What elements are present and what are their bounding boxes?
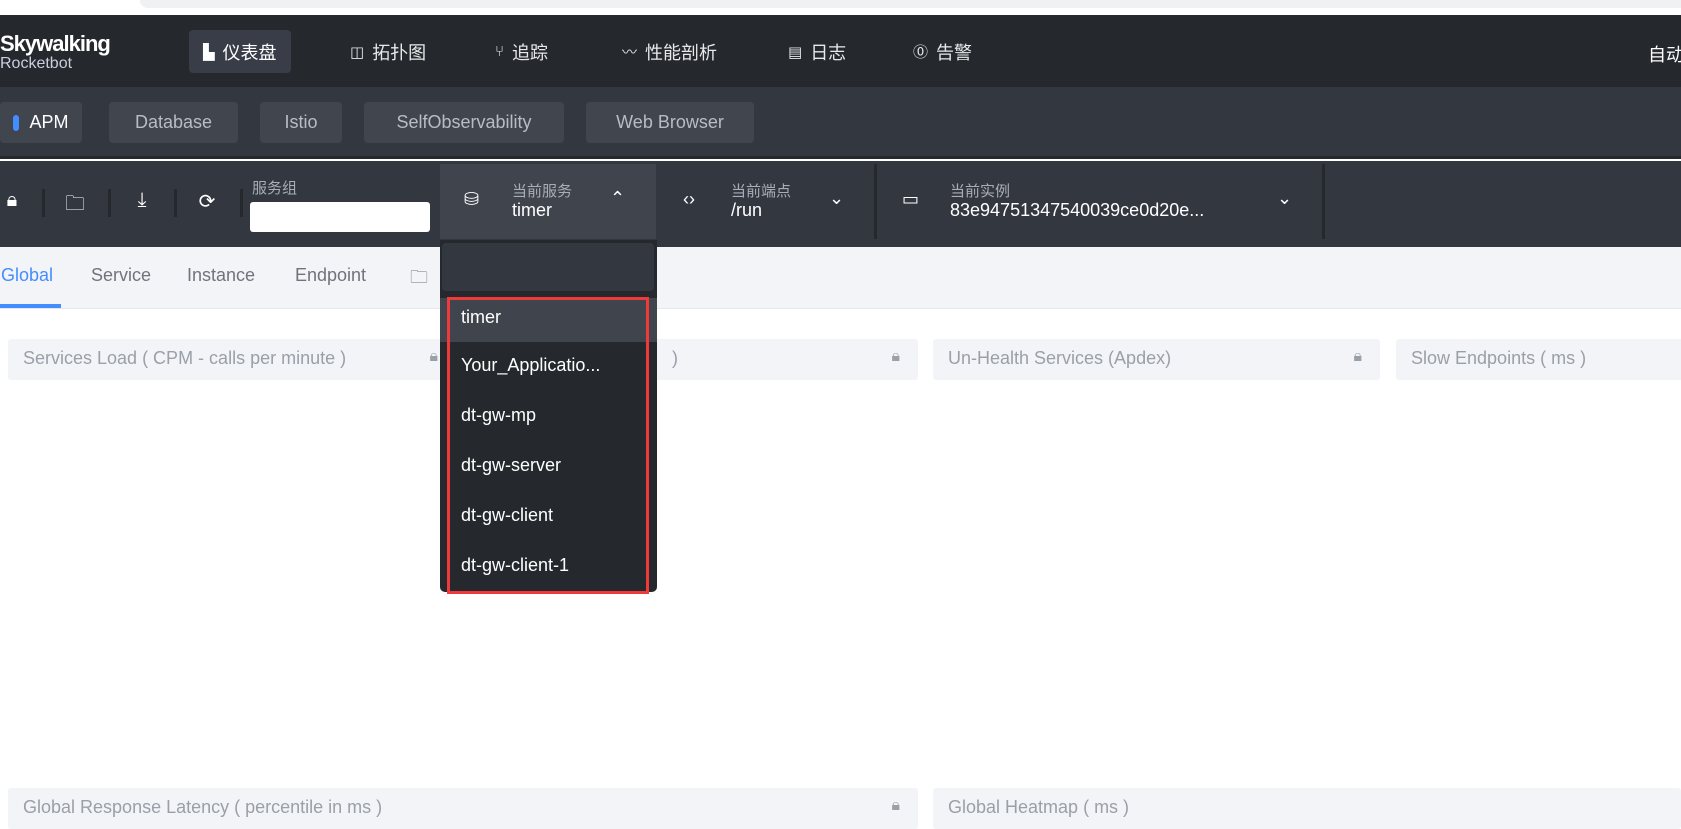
tab-service[interactable]: Service bbox=[91, 265, 151, 286]
service-option[interactable]: dt-gw-server bbox=[440, 442, 657, 492]
nav-alarm[interactable]: ⓪ 告警 bbox=[899, 30, 986, 73]
nav-dashboard[interactable]: ▙ 仪表盘 bbox=[189, 30, 291, 73]
browser-top-strip bbox=[0, 0, 1681, 15]
layer-apm[interactable]: APM bbox=[0, 102, 82, 143]
alarm-icon: ⓪ bbox=[913, 44, 929, 61]
layer-bar: APM Database Istio SelfObservability Web… bbox=[0, 87, 1681, 159]
download-icon[interactable]: ⤓ bbox=[130, 189, 154, 212]
lock-icon[interactable]: 🔒︎ bbox=[429, 348, 438, 366]
service-dropdown: timer Your_Applicatio... dt-gw-mp dt-gw-… bbox=[440, 240, 657, 592]
chevron-down-icon: ⌄ bbox=[1277, 188, 1293, 208]
folder-icon[interactable]: 🗀 bbox=[410, 265, 428, 295]
nav-trace[interactable]: ⑂ 追踪 bbox=[481, 30, 562, 73]
lock-icon[interactable]: 🔒︎ bbox=[0, 189, 24, 212]
service-group-input[interactable] bbox=[250, 202, 430, 232]
chevron-down-icon: ⌄ bbox=[829, 188, 845, 208]
service-option[interactable]: dt-gw-mp bbox=[440, 392, 657, 442]
service-option[interactable]: timer bbox=[440, 298, 657, 342]
nav-profile[interactable]: 〰性能剖析 bbox=[608, 30, 731, 73]
service-icon: ⛁ bbox=[464, 189, 480, 209]
layer-istio[interactable]: Istio bbox=[260, 102, 342, 143]
current-service-selector[interactable]: ⛁ 当前服务 timer ⌃ bbox=[440, 164, 656, 239]
card-unhealth-services: Un-Health Services (Apdex) 🔒︎ bbox=[933, 339, 1380, 380]
logo: Skywalking Rocketbot bbox=[0, 31, 111, 72]
service-option[interactable]: dt-gw-client bbox=[440, 492, 657, 542]
topology-icon: ◫ bbox=[350, 43, 365, 61]
refresh-icon[interactable]: ⟳ bbox=[195, 189, 219, 214]
auto-refresh-toggle[interactable]: 自动 bbox=[1648, 41, 1681, 67]
service-option[interactable]: dt-gw-client-1 bbox=[440, 542, 657, 592]
log-icon: ▤ bbox=[788, 43, 803, 61]
card-global-heatmap: Global Heatmap ( ms ) bbox=[933, 788, 1681, 829]
trace-icon: ⑂ bbox=[495, 43, 505, 60]
tab-endpoint[interactable]: Endpoint bbox=[295, 265, 366, 286]
tab-global[interactable]: Global bbox=[1, 265, 53, 286]
service-group-label: 服务组 bbox=[252, 180, 298, 197]
lock-icon[interactable]: 🔒︎ bbox=[891, 348, 900, 366]
layer-web-browser[interactable]: Web Browser bbox=[586, 102, 754, 143]
layer-selfobservability[interactable]: SelfObservability bbox=[364, 102, 564, 143]
service-option[interactable]: Your_Applicatio... bbox=[440, 342, 657, 392]
current-endpoint-selector[interactable]: ‹› 当前端点 /run ⌄ bbox=[659, 164, 874, 239]
current-instance-selector[interactable]: ▭ 当前实例 83e94751347540039ce0d20e... ⌄ bbox=[877, 164, 1322, 239]
server-icon: ▭ bbox=[902, 189, 920, 209]
layer-database[interactable]: Database bbox=[109, 102, 238, 143]
lock-icon[interactable]: 🔒︎ bbox=[891, 797, 900, 815]
card-services-load: Services Load ( CPM - calls per minute )… bbox=[8, 339, 456, 380]
dashboard-tabs: Global Service Instance Endpoint 🗀 bbox=[0, 247, 1681, 309]
toolbar: 🔒︎ 🗀 ⤓ ⟳ 服务组 ⛁ 当前服务 timer ⌃ ‹› 当前端点 /run… bbox=[0, 161, 1681, 247]
nav-log[interactable]: ▤ 日志 bbox=[774, 30, 860, 73]
service-search-input[interactable] bbox=[442, 243, 654, 291]
top-header: Skywalking Rocketbot ▙ 仪表盘 ◫ 拓扑图 ⑂ 追踪 〰性能剖析… bbox=[0, 15, 1681, 87]
lock-icon[interactable]: 🔒︎ bbox=[1353, 348, 1362, 366]
card-global-response-latency: Global Response Latency ( percentile in … bbox=[8, 788, 918, 829]
active-tab-indicator bbox=[0, 304, 61, 308]
chart-icon: ▙ bbox=[203, 43, 215, 61]
profile-icon: 〰 bbox=[622, 44, 638, 61]
folder-icon[interactable]: 🗀 bbox=[63, 189, 87, 223]
nav-topology[interactable]: ◫ 拓扑图 bbox=[336, 30, 440, 73]
card-slow-endpoints: Slow Endpoints ( ms ) bbox=[1396, 339, 1681, 380]
chevron-up-icon: ⌃ bbox=[610, 188, 626, 208]
tab-instance[interactable]: Instance bbox=[187, 265, 255, 286]
code-icon: ‹› bbox=[683, 189, 695, 209]
